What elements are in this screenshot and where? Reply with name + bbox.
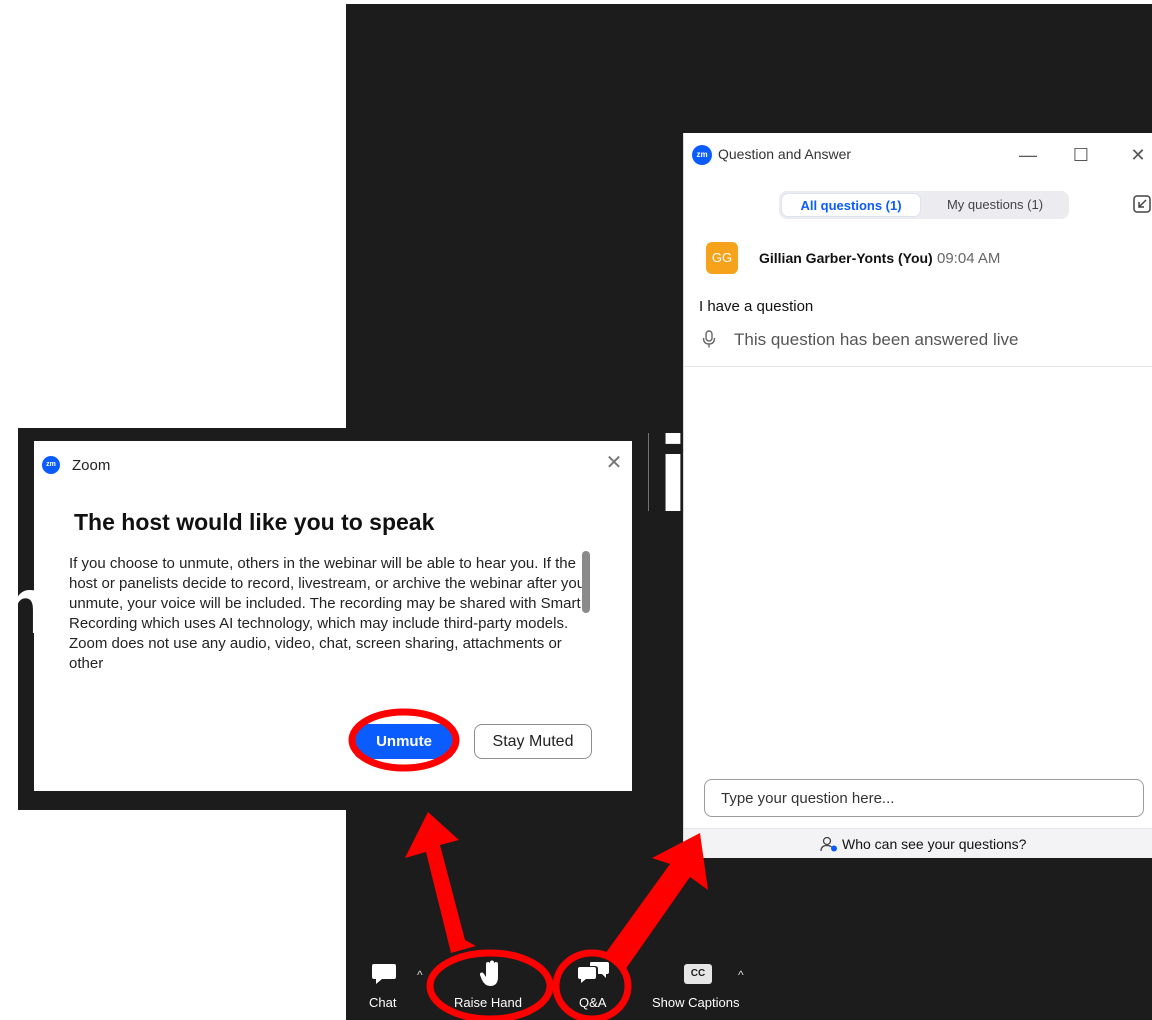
qa-footer: Who can see your questions? bbox=[684, 828, 1152, 858]
question-input[interactable] bbox=[704, 779, 1144, 817]
captions-label[interactable]: Show Captions bbox=[652, 995, 739, 1010]
zoom-logo-icon: zm bbox=[42, 456, 60, 474]
maximize-button[interactable]: ☐ bbox=[1067, 141, 1095, 169]
raise-hand-icon[interactable] bbox=[479, 960, 503, 988]
qa-titlebar[interactable]: zm Question and Answer — ☐ ✕ bbox=[684, 133, 1152, 177]
qa-icon[interactable] bbox=[578, 961, 610, 987]
stay-muted-button[interactable]: Stay Muted bbox=[474, 724, 592, 759]
chat-options-caret[interactable]: ^ bbox=[417, 968, 423, 982]
chat-icon[interactable] bbox=[371, 962, 397, 986]
qa-tab-bar: All questions (1) My questions (1) bbox=[779, 191, 1069, 219]
question-text: I have a question bbox=[699, 298, 814, 315]
dialog-close-button[interactable]: ✕ bbox=[602, 451, 626, 475]
tab-all-questions[interactable]: All questions (1) bbox=[781, 193, 921, 217]
dialog-scrollbar[interactable] bbox=[582, 551, 590, 613]
people-icon bbox=[820, 836, 837, 852]
qa-label[interactable]: Q&A bbox=[579, 995, 606, 1010]
microphone-icon bbox=[702, 330, 716, 348]
question-time: 09:04 AM bbox=[937, 250, 1001, 267]
raise-hand-label[interactable]: Raise Hand bbox=[454, 995, 522, 1010]
dialog-body-text: If you choose to unmute, others in the w… bbox=[69, 555, 586, 672]
qa-window: zm Question and Answer — ☐ ✕ All questio… bbox=[683, 133, 1152, 858]
qa-window-title: Question and Answer bbox=[718, 146, 852, 162]
dialog-heading: The host would like you to speak bbox=[74, 509, 435, 535]
close-button[interactable]: ✕ bbox=[1124, 141, 1152, 169]
captions-icon[interactable]: CC bbox=[684, 964, 712, 984]
avatar: GG bbox=[706, 242, 738, 274]
minimize-button[interactable]: — bbox=[1014, 141, 1042, 169]
tab-my-questions[interactable]: My questions (1) bbox=[925, 193, 1065, 217]
speak-request-dialog: zm Zoom ✕ The host would like you to spe… bbox=[34, 441, 632, 791]
unmute-button[interactable]: Unmute bbox=[354, 724, 454, 759]
answered-live-status: This question has been answered live bbox=[734, 330, 1019, 349]
zoom-logo-icon: zm bbox=[692, 145, 712, 165]
divider bbox=[684, 366, 1152, 367]
question-author: Gillian Garber-Yonts (You) bbox=[759, 250, 933, 266]
popout-icon[interactable] bbox=[1132, 194, 1152, 214]
chat-label[interactable]: Chat bbox=[369, 995, 396, 1010]
dialog-title: Zoom bbox=[72, 457, 111, 474]
who-can-see-link[interactable]: Who can see your questions? bbox=[842, 836, 1026, 852]
captions-options-caret[interactable]: ^ bbox=[738, 968, 744, 982]
